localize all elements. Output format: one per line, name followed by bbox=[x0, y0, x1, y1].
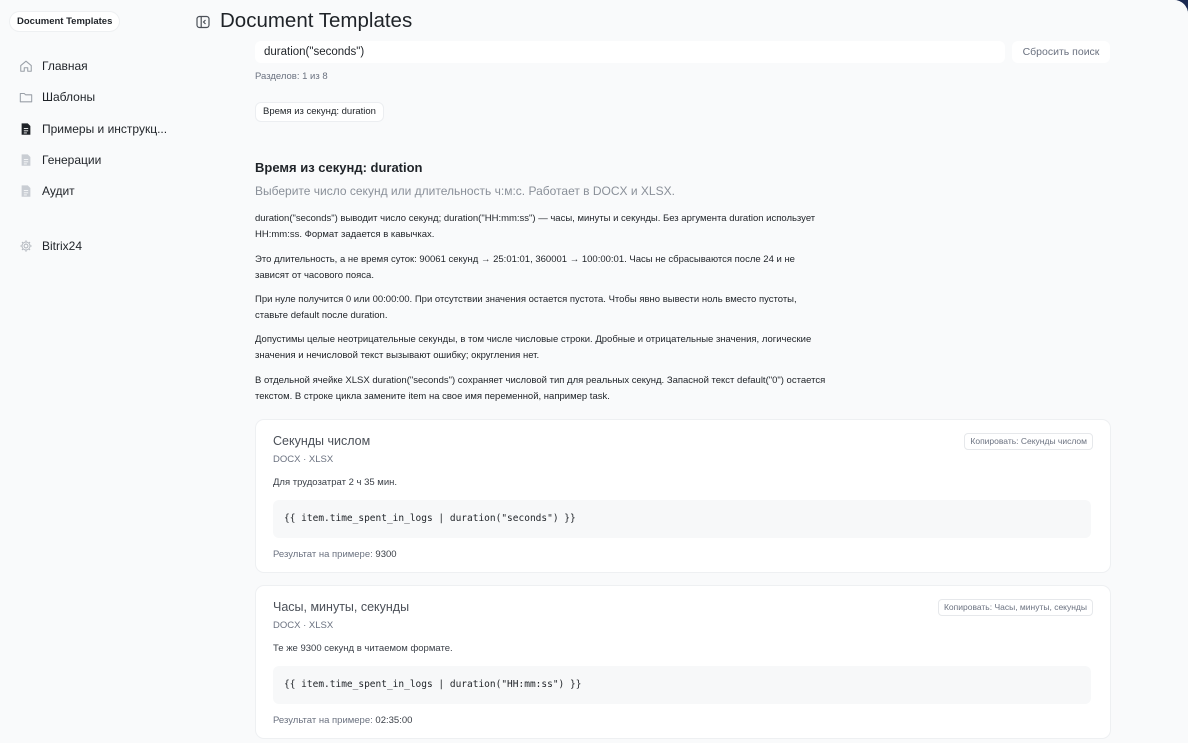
section-title: Время из секунд: duration bbox=[255, 160, 423, 175]
sidebar-item-templates[interactable]: Шаблоны bbox=[12, 83, 172, 111]
sidebar-item-generations[interactable]: Генерации bbox=[12, 146, 172, 174]
result-label: Результат на примере: bbox=[273, 549, 376, 560]
sidebar-item-label: Примеры и инструкц... bbox=[42, 122, 168, 136]
main-content: Document Templates Сбросить поиск Раздел… bbox=[178, 0, 1188, 743]
reset-search-button[interactable]: Сбросить поиск bbox=[1012, 41, 1110, 63]
section-paragraph: duration("seconds") выводит число секунд… bbox=[255, 213, 816, 240]
search-input[interactable] bbox=[255, 41, 1005, 63]
section-chip[interactable]: Время из секунд: duration bbox=[255, 102, 384, 122]
section-paragraph: Допустимы целые неотрицательные секунды,… bbox=[255, 334, 812, 361]
section-paragraph: Это длительность, а не время суток: 9006… bbox=[255, 254, 795, 281]
home-icon bbox=[20, 60, 32, 72]
section-paragraph: При нуле получится 0 или 00:00:00. При о… bbox=[255, 294, 797, 321]
brand-badge: Document Templates bbox=[10, 12, 120, 31]
example-title: Часы, минуты, секунды bbox=[273, 600, 410, 614]
page-title: Document Templates bbox=[220, 9, 413, 32]
copy-button[interactable]: Копировать: Часы, минуты, секунды bbox=[937, 599, 1093, 616]
example-description: Те же 9300 секунд в читаемом формате. bbox=[273, 643, 453, 654]
app-window: Document Templates Главная Шаблоны Приме… bbox=[0, 0, 1188, 743]
sidebar-item-label: Главная bbox=[42, 59, 88, 73]
sidebar-toggle-icon[interactable] bbox=[196, 15, 210, 29]
example-code: {{ item.time_spent_in_logs | duration("s… bbox=[273, 500, 1091, 538]
sidebar-item-label: Аудит bbox=[42, 184, 75, 198]
sidebar: Document Templates Главная Шаблоны Приме… bbox=[0, 0, 178, 743]
sidebar-item-label: Шаблоны bbox=[42, 90, 96, 104]
sections-count: Разделов: 1 из 8 bbox=[255, 71, 328, 82]
section-subtitle: Выберите число секунд или длительность ч… bbox=[255, 184, 675, 198]
gear-icon bbox=[20, 240, 32, 252]
file-icon bbox=[21, 185, 31, 197]
sidebar-item-bitrix24[interactable]: Bitrix24 bbox=[12, 232, 172, 260]
sidebar-item-examples[interactable]: Примеры и инструкц... bbox=[12, 115, 172, 143]
example-card: Секунды числом DOCX · XLSX Для трудозатр… bbox=[256, 420, 1110, 572]
sidebar-item-label: Генерации bbox=[42, 153, 102, 167]
sidebar-item-label: Bitrix24 bbox=[42, 239, 83, 253]
example-title: Секунды числом bbox=[273, 434, 371, 448]
example-code: {{ item.time_spent_in_logs | duration("H… bbox=[273, 666, 1091, 704]
result-value: 9300 bbox=[375, 549, 397, 560]
section-paragraph: В отдельной ячейке XLSX duration("second… bbox=[255, 375, 826, 402]
sidebar-item-home[interactable]: Главная bbox=[12, 52, 172, 80]
example-formats: DOCX · XLSX bbox=[273, 454, 334, 465]
copy-button[interactable]: Копировать: Секунды числом bbox=[964, 433, 1093, 450]
document-icon bbox=[21, 123, 31, 135]
file-icon bbox=[21, 154, 31, 166]
example-description: Для трудозатрат 2 ч 35 мин. bbox=[273, 477, 398, 488]
result-value: 02:35:00 bbox=[375, 715, 413, 726]
sidebar-item-audit[interactable]: Аудит bbox=[12, 177, 172, 205]
example-result: Результат на примере: 02:35:00 bbox=[273, 715, 412, 726]
example-card: Часы, минуты, секунды DOCX · XLSX Те же … bbox=[256, 586, 1110, 738]
example-formats: DOCX · XLSX bbox=[273, 620, 334, 631]
result-label: Результат на примере: bbox=[273, 715, 376, 726]
example-result: Результат на примере: 9300 bbox=[273, 549, 397, 560]
folder-icon bbox=[19, 92, 33, 103]
